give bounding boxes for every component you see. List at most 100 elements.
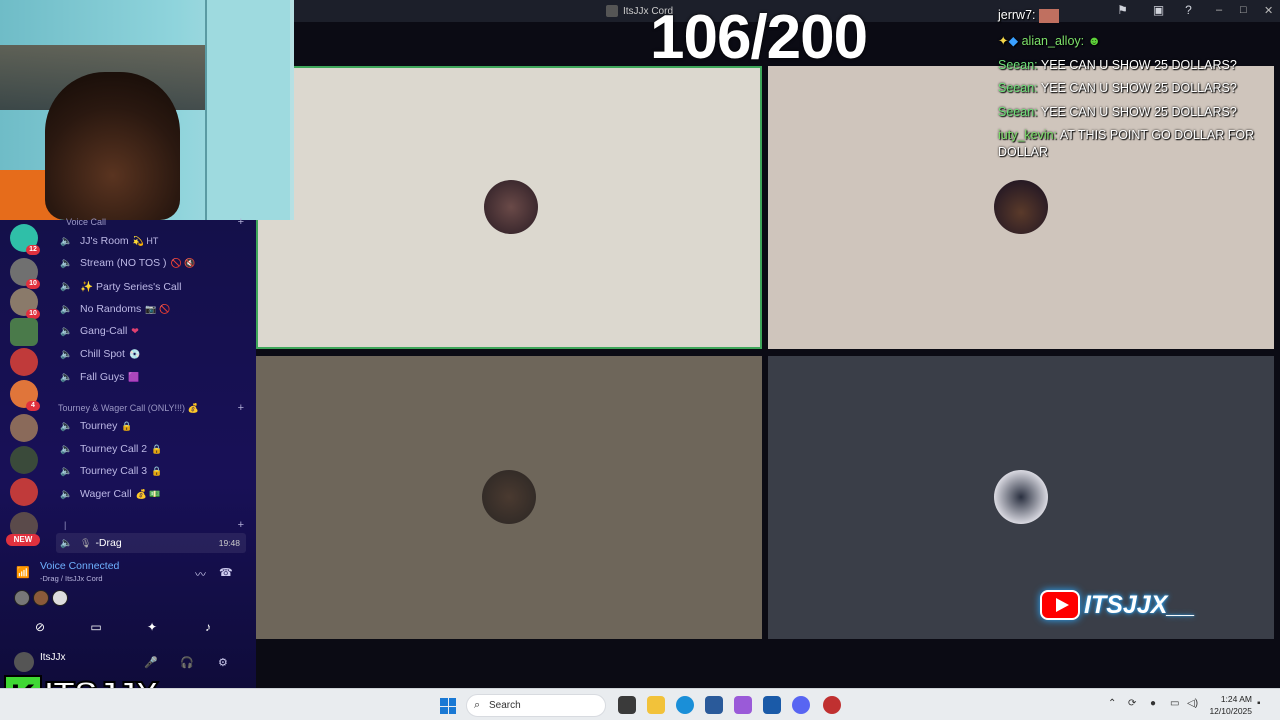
channel-drag[interactable]: 🔈 🎙 -Drag 19:48 xyxy=(56,533,246,553)
chat-username: alian_alloy: xyxy=(1021,34,1085,48)
category-label: Voice Call xyxy=(66,217,107,227)
unread-badge: 10 xyxy=(26,279,40,289)
disconnect-icon[interactable]: ☎ xyxy=(219,566,233,579)
speaker-icon: 🔈 xyxy=(60,348,73,360)
channel-no-randoms[interactable]: 🔈 No Randoms 📷 🚫 xyxy=(56,299,246,319)
speaker-icon: 🔈 xyxy=(60,303,73,315)
discord-icon[interactable] xyxy=(792,696,810,714)
channel-stream[interactable]: 🔈 Stream (NO TOS ) 🚫 🔇 xyxy=(56,253,246,273)
chat-text: YEE CAN U SHOW 25 DOLLARS? xyxy=(1040,81,1237,95)
youtube-handle: ITSJJX__ xyxy=(1084,590,1196,619)
channel-gang-call[interactable]: 🔈 Gang-Call ❤ xyxy=(56,321,246,341)
channel-label: Stream (NO TOS ) xyxy=(80,257,167,269)
call-duration: 19:48 xyxy=(218,538,240,548)
server-icon[interactable]: 4 xyxy=(10,380,40,411)
add-channel-icon[interactable]: + xyxy=(238,402,244,414)
channel-emoji: 💿 xyxy=(128,348,141,359)
channel-label: Tourney Call 2 xyxy=(80,443,148,455)
voice-location[interactable]: -Drag / ItsJJx Cord xyxy=(40,574,103,583)
lock-icon: 🔒 xyxy=(151,443,163,454)
edge-icon[interactable] xyxy=(676,696,694,714)
chat-username: iuty_kevin: xyxy=(998,128,1058,142)
store-icon[interactable] xyxy=(763,696,781,714)
server-icon[interactable] xyxy=(10,414,38,442)
avatar xyxy=(482,470,536,524)
channel-tourney-call-3[interactable]: 🔈 Tourney Call 3 🔒 xyxy=(56,461,246,481)
mic-tray-icon[interactable]: ● xyxy=(1150,698,1156,709)
category-misc[interactable]: | + xyxy=(58,519,244,531)
speaker-icon: 🔈 xyxy=(60,371,73,383)
noise-suppression-icon[interactable]: 〰 xyxy=(195,566,206,582)
chat-message: Seean: YEE CAN U SHOW 25 DOLLARS? xyxy=(998,57,1273,74)
channel-tourney-call-2[interactable]: 🔈 Tourney Call 2 🔒 xyxy=(56,439,246,459)
clock[interactable]: 1:24 AM 12/10/2025 xyxy=(1206,693,1252,717)
user-avatar[interactable] xyxy=(14,652,34,672)
microphone-icon[interactable]: 🎤 xyxy=(144,656,158,669)
volume-icon[interactable]: ◁) xyxy=(1187,698,1198,709)
chat-username: Seean: xyxy=(998,105,1038,119)
channel-party-series[interactable]: 🔈 ✨ Party Series's Call xyxy=(56,276,246,296)
channel-label: Fall Guys xyxy=(80,371,125,383)
chevron-up-icon[interactable]: ⌃ xyxy=(1108,698,1116,709)
file-explorer-icon[interactable] xyxy=(647,696,665,714)
user-name[interactable]: ItsJJx xyxy=(40,652,66,663)
server-icon[interactable]: 10 xyxy=(10,258,40,289)
avatar xyxy=(994,180,1048,234)
channel-label: Tourney Call 3 xyxy=(80,465,148,477)
clock-time: 1:24 AM xyxy=(1220,694,1252,704)
app-icon[interactable] xyxy=(823,696,841,714)
video-tile-4[interactable] xyxy=(768,356,1274,639)
youtube-logo: ITSJJX__ xyxy=(1040,590,1195,620)
server-icon[interactable] xyxy=(10,478,38,506)
avatar xyxy=(994,470,1048,524)
camera-off-icon[interactable]: ⊘ xyxy=(12,616,68,638)
voice-status[interactable]: Voice Connected xyxy=(40,560,119,572)
app-icon[interactable] xyxy=(734,696,752,714)
server-icon[interactable] xyxy=(10,318,38,346)
headphones-icon[interactable]: 🎧 xyxy=(180,656,194,669)
category-tourney[interactable]: Tourney & Wager Call (ONLY!!!) 💰 + xyxy=(58,402,244,414)
channel-label: Tourney xyxy=(80,420,118,432)
speaker-icon: 🔈 xyxy=(60,537,73,549)
sync-icon[interactable]: ⟳ xyxy=(1128,698,1136,709)
participant-avatar[interactable] xyxy=(33,590,49,606)
webcam-feed xyxy=(0,0,294,220)
network-icon[interactable]: ▭ xyxy=(1170,698,1179,709)
channel-tourney[interactable]: 🔈 Tourney 🔒 xyxy=(56,416,246,436)
signal-icon[interactable]: 📶 xyxy=(16,566,30,579)
start-button[interactable] xyxy=(440,698,456,714)
task-view-icon[interactable] xyxy=(618,696,636,714)
channel-emoji: 📷 🚫 xyxy=(145,303,171,314)
streamer-face xyxy=(45,72,180,220)
screen-share-icon[interactable]: ▭ xyxy=(68,616,124,638)
app-icon[interactable] xyxy=(705,696,723,714)
server-icon[interactable] xyxy=(10,348,38,376)
activities-icon[interactable]: ✦ xyxy=(124,616,180,638)
channel-emoji: 💰 💵 xyxy=(135,488,161,499)
video-tile-1[interactable] xyxy=(256,66,762,349)
add-channel-icon[interactable]: + xyxy=(238,519,244,531)
server-icon[interactable]: 12 xyxy=(10,224,40,255)
search-placeholder: Search xyxy=(489,700,521,711)
channel-label: Gang-Call xyxy=(80,325,128,337)
participant-avatar[interactable] xyxy=(52,590,68,606)
server-icon[interactable] xyxy=(10,446,38,474)
channel-label: Wager Call xyxy=(80,488,132,500)
participant-avatar[interactable] xyxy=(14,590,30,606)
settings-gear-icon[interactable]: ⚙ xyxy=(218,656,228,669)
add-channel-icon[interactable]: + xyxy=(238,216,244,228)
taskbar-search[interactable]: ⌕ Search xyxy=(466,694,606,717)
server-icon[interactable]: 10 xyxy=(10,288,40,319)
chat-message: Seean: YEE CAN U SHOW 25 DOLLARS? xyxy=(998,104,1273,121)
notification-icon[interactable]: ▪ xyxy=(1257,698,1261,709)
channel-wager-call[interactable]: 🔈 Wager Call 💰 💵 xyxy=(56,484,246,504)
speaker-icon: 🔈 xyxy=(60,465,73,477)
channel-jjs-room[interactable]: 🔈 JJ's Room 💫 HT xyxy=(56,231,246,251)
unread-badge: 12 xyxy=(26,245,40,255)
video-tile-3[interactable] xyxy=(256,356,762,639)
channel-chill-spot[interactable]: 🔈 Chill Spot 💿 xyxy=(56,344,246,364)
soundboard-icon[interactable]: ♪ xyxy=(180,616,236,638)
category-voice-call[interactable]: Voice Call + xyxy=(58,216,244,228)
channel-fall-guys[interactable]: 🔈 Fall Guys 🟪 xyxy=(56,367,246,387)
gem-icon: ◆ xyxy=(1008,34,1019,48)
